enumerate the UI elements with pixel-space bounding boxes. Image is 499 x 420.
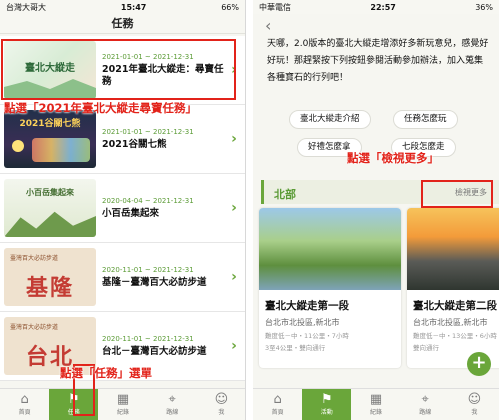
route-location: 台北市北投區,新北市 [413,318,488,327]
route-location: 台北市北投區,新北市 [265,318,340,327]
home-icon: ⌂ [273,392,282,407]
back-chevron-icon[interactable]: ‹ [265,16,271,35]
tab-label: 首頁 [271,409,284,416]
route-name: 臺北大縱走第二段 [413,300,497,312]
route-photo [407,208,499,290]
flag-icon: ⚑ [320,392,333,407]
route-meta: 難度低－中・13公里・6小時 [413,332,497,340]
tab-routes[interactable]: ⌖ 路線 [148,389,197,420]
highlight-box-view-more [421,180,493,208]
mission-title: 小百岳集起來 [102,207,160,219]
mission-info: 2020-04-04 ~ 2021-12-31 小百岳集起來 [96,197,226,220]
tab-label: 活動 [320,409,333,416]
user-icon: ☺ [214,392,229,407]
map-pin-icon: ⌖ [421,392,429,407]
user-icon: ☺ [467,392,482,407]
mission-info: 2021-01-01 ~ 2021-12-31 2021谷關七熊 [96,128,226,151]
left-phone-screen: 台灣大哥大 15:47 66% 任務 臺北大縱走 2021-01-01 ~ 20… [0,0,246,420]
status-bar: 中華電信 22:57 36% [253,0,499,14]
thumbnail-caption: 小百岳集起來 [26,188,74,197]
tab-records[interactable]: ▦ 紀錄 [351,389,400,420]
route-meta: 難度低－中・11公里・7小時 [265,332,349,340]
tab-profile[interactable]: ☺ 我 [197,389,245,420]
tab-label: 紀錄 [117,409,130,416]
chart-icon: ▦ [116,392,130,407]
tab-records[interactable]: ▦ 紀錄 [98,389,147,420]
annotation-select-mission: 點選「2021年臺北大縱走尋寶任務」 [4,101,198,115]
route-name: 臺北大縱走第一段 [265,300,349,312]
mission-info: 2020-11-01 ~ 2021-12-31 基隆－臺灣百大必訪步道 [96,266,226,289]
mission-thumbnail: 臺灣百大必訪步道 基隆 [4,248,96,306]
mission-date: 2021-01-01 ~ 2021-12-31 [102,127,194,136]
mission-date: 2020-04-04 ~ 2021-12-31 [102,196,194,205]
annotation-view-more: 點選「檢視更多」 [347,151,439,165]
carrier-text: 台灣大哥大 [6,2,46,12]
carrier-text: 中華電信 [259,2,291,12]
mission-date: 2020-11-01 ~ 2021-12-31 [102,334,194,343]
thumbnail-caption: 2021谷關七熊 [19,119,81,129]
tab-home[interactable]: ⌂ 首頁 [253,389,302,420]
mission-thumbnail: 2021谷關七熊 [4,110,96,168]
mission-title: 台北－臺灣百大必訪步道 [102,345,207,357]
chart-icon: ▦ [369,392,383,407]
chevron-right-icon: › [231,269,237,285]
tab-label: 路線 [419,409,432,416]
clock-text: 15:47 [120,2,147,12]
mission-thumbnail: 小百岳集起來 [4,179,96,237]
mission-info: 2020-11-01 ~ 2021-12-31 台北－臺灣百大必訪步道 [96,335,226,358]
lights-graphic [32,138,90,162]
route-meta: 3至4公里・雙向通行 [265,344,326,352]
highlight-box-mission [1,39,236,100]
tab-routes[interactable]: ⌖ 路線 [401,389,450,420]
tab-label: 我 [471,409,478,416]
thumbnail-subcaption: 臺灣百大必訪步道 [10,324,59,331]
moon-graphic [12,140,24,152]
thumbnail-caption: 基隆 [25,276,74,301]
event-description: 天哪，2.0版本的臺北大縱走增添好多新玩意兒，感覺好好玩！那趕緊按下列按鈕參閱活… [267,39,489,83]
region-title: 北部 [274,188,296,201]
tab-label: 路線 [166,409,179,416]
battery-text: 66% [221,2,239,12]
tab-home[interactable]: ⌂ 首頁 [0,389,49,420]
chip-intro-button[interactable]: 臺北大縱走介紹 [289,110,371,129]
tab-activities[interactable]: ⚑ 活動 [302,389,352,420]
route-card[interactable]: 臺北大縱走第一段 台北市北投區,新北市 難度低－中・11公里・7小時 3至4公里… [259,208,401,368]
map-pin-icon: ⌖ [168,392,176,407]
tab-label: 我 [218,409,225,416]
tab-label: 首頁 [18,409,31,416]
mission-item-small-peaks[interactable]: 小百岳集起來 2020-04-04 ~ 2021-12-31 小百岳集起來 › [0,174,245,243]
add-button[interactable]: + [467,352,491,376]
annotation-select-tab: 點選「任務」選單 [60,366,152,380]
status-bar: 台灣大哥大 15:47 66% [0,0,245,14]
mountain-graphic [4,211,96,237]
home-icon: ⌂ [20,392,29,407]
bottom-tab-bar: ⌂ 首頁 ⚑ 任務 ▦ 紀錄 ⌖ 路線 ☺ 我 [0,388,245,420]
right-phone-screen: 中華電信 22:57 36% ‹ 天哪，2.0版本的臺北大縱走增添好多新玩意兒，… [253,0,499,420]
mission-title: 基隆－臺灣百大必訪步道 [102,276,207,288]
mission-item-keelung[interactable]: 臺灣百大必訪步道 基隆 2020-11-01 ~ 2021-12-31 基隆－臺… [0,243,245,312]
chip-how-to-play-button[interactable]: 任務怎麼玩 [393,110,458,129]
thumbnail-subcaption: 臺灣百大必訪步道 [10,255,59,262]
chevron-right-icon: › [231,338,237,354]
battery-text: 36% [475,2,493,12]
bottom-tab-bar: ⌂ 首頁 ⚑ 活動 ▦ 紀錄 ⌖ 路線 ☺ 我 [253,388,499,420]
mission-title: 2021谷關七熊 [102,138,167,150]
mission-date: 2020-11-01 ~ 2021-12-31 [102,265,194,274]
chevron-right-icon: › [231,200,237,216]
tab-label: 紀錄 [370,409,383,416]
chevron-right-icon: › [231,131,237,147]
route-photo [259,208,401,290]
route-card[interactable]: 臺北大縱走第二段 台北市北投區,新北市 難度低－中・13公里・6小時 雙向通行 [407,208,499,368]
clock-text: 22:57 [370,2,396,12]
page-title: 任務 [0,14,245,34]
tab-profile[interactable]: ☺ 我 [450,389,499,420]
